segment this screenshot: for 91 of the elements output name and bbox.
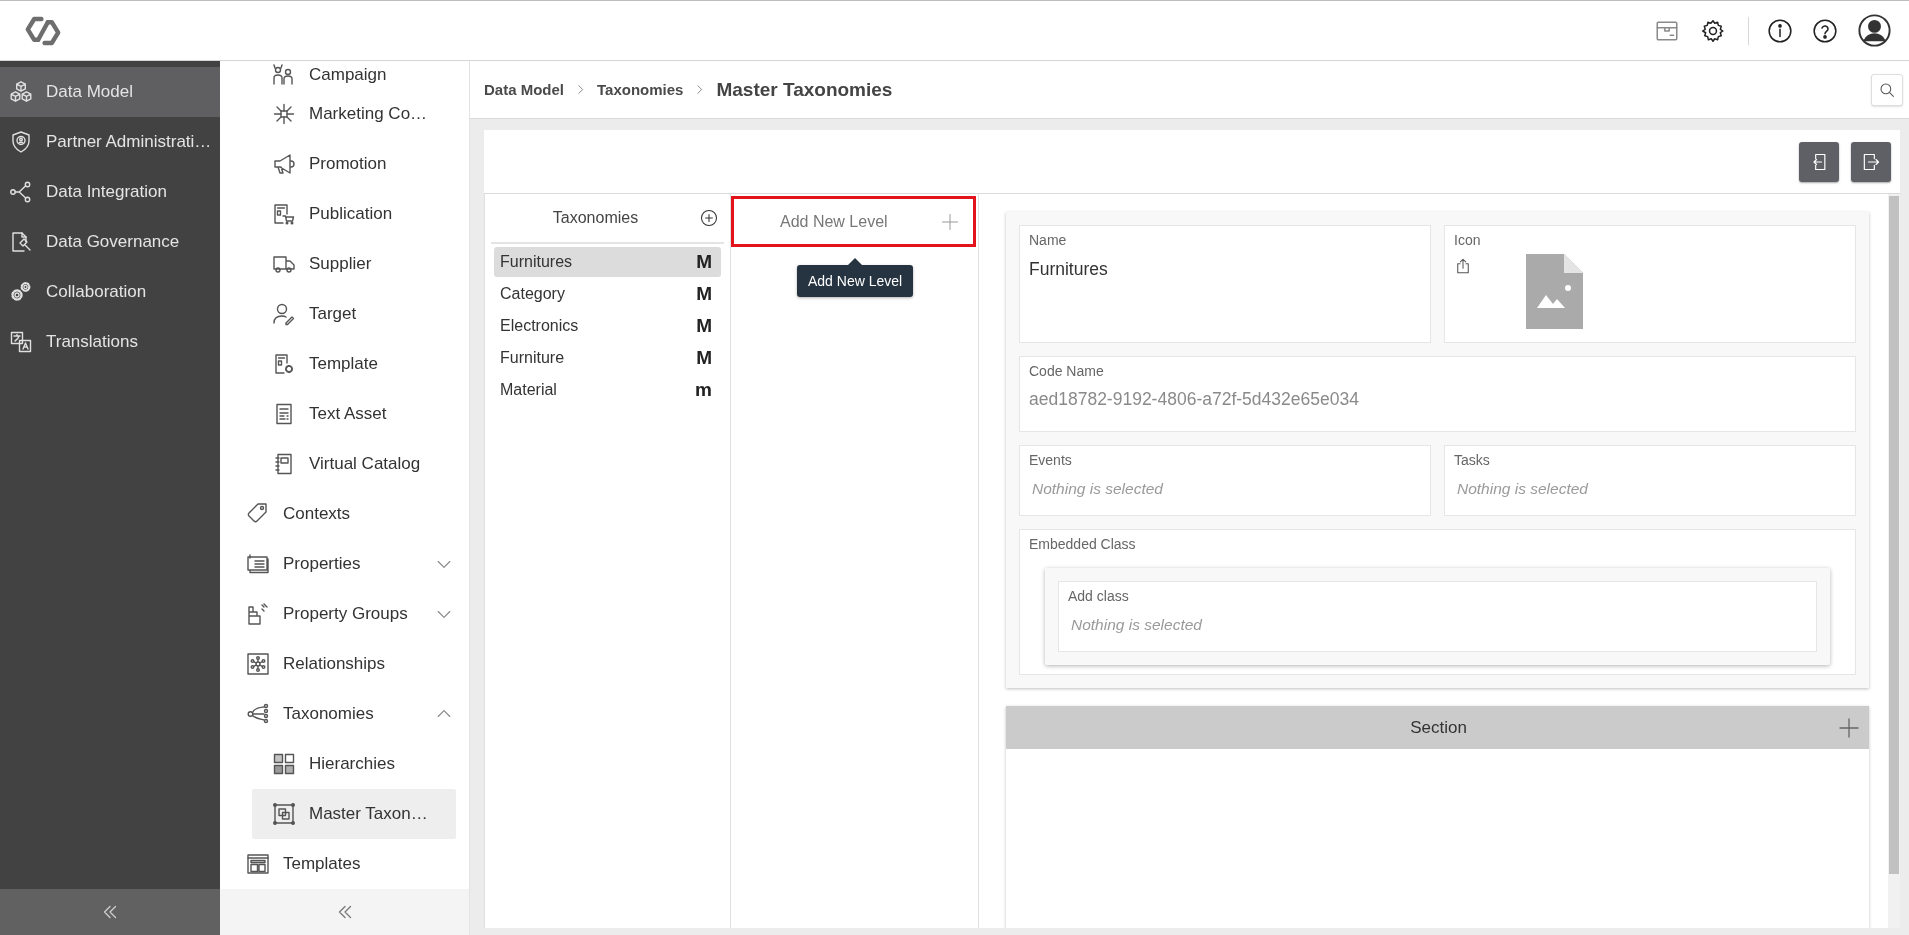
search-button[interactable] [1871, 73, 1903, 106]
nav-item[interactable]: Collaboration [0, 267, 220, 317]
select-field[interactable]: Tasks Nothing is selected [1444, 445, 1856, 516]
nav-item[interactable]: Templates [220, 839, 469, 889]
nav-item[interactable]: Campaign [252, 61, 456, 89]
type-letter: M [696, 315, 712, 337]
squares-icon [272, 802, 296, 826]
field-label: Embedded Class [1029, 536, 1137, 552]
share-nodes-icon [9, 180, 33, 204]
taxonomy-item[interactable]: Electronics M [494, 311, 721, 341]
text-input[interactable]: aed18782-9192-4806-a72f-5d432e65e034 [1029, 389, 1846, 410]
image-file-icon [1526, 254, 1583, 329]
add-level-button[interactable]: Add New Level [731, 196, 976, 247]
network-icon [246, 652, 270, 676]
code-name-field[interactable]: Code Name aed18782-9192-4806-a72f-5d432e65e034 [1019, 356, 1856, 432]
select-input[interactable]: Nothing is selected [1068, 616, 1807, 634]
nav-item[interactable]: Partner Administrati… [0, 117, 220, 167]
avatar-icon[interactable] [1858, 14, 1891, 47]
name-field[interactable]: Name Furnitures [1019, 225, 1431, 343]
plus-icon [940, 211, 960, 232]
scrollbar-track[interactable] [1888, 194, 1900, 928]
field-label: Icon [1454, 232, 1482, 248]
translate-icon [9, 330, 33, 354]
select-input[interactable]: Nothing is selected [1454, 480, 1846, 498]
taxonomy-item[interactable]: Furnitures M [494, 247, 721, 277]
type-letter: m [695, 379, 712, 401]
nav-item[interactable]: Data Model [0, 67, 220, 117]
breadcrumb-current: Master Taxonomies [716, 78, 893, 101]
breadcrumb-link[interactable]: Data Model [484, 81, 564, 98]
layout-icon [246, 852, 270, 876]
breadcrumb-link[interactable]: Taxonomies [597, 81, 684, 98]
nav-item[interactable]: Virtual Catalog [252, 439, 456, 489]
text-input[interactable]: Furnitures [1029, 259, 1421, 280]
nav-item[interactable]: Translations [0, 317, 220, 367]
shield-icon [9, 130, 33, 154]
type-letter: M [696, 283, 712, 305]
taxonomy-item[interactable]: Category M [494, 279, 721, 309]
nav-item[interactable]: Relationships [220, 639, 469, 689]
nav-item[interactable]: Properties [220, 539, 469, 589]
field-label: Events [1029, 452, 1073, 468]
nav-item[interactable]: Hierarchies [252, 739, 456, 789]
nav-item[interactable]: Master Taxon… [252, 789, 456, 839]
nav-item[interactable]: Target [252, 289, 456, 339]
document-gavel-icon [9, 230, 33, 254]
section-title: Section [1409, 717, 1468, 738]
nav-item[interactable]: Supplier [252, 239, 456, 289]
cubes-icon [9, 80, 33, 104]
type-letter: M [696, 347, 712, 369]
people-icon [272, 63, 296, 87]
nav-item[interactable]: Text Asset [252, 389, 456, 439]
megaphone-icon [272, 152, 296, 176]
taxonomy-item[interactable]: Furniture M [494, 343, 721, 373]
settings-icon[interactable] [1700, 17, 1726, 44]
card-list-icon [246, 552, 270, 576]
nav-item[interactable]: Contexts [220, 489, 469, 539]
nav-item[interactable]: Promotion [252, 139, 456, 189]
toolbar-button[interactable] [1799, 141, 1839, 182]
tooltip: Add New Level [797, 258, 914, 297]
nav-item[interactable]: Taxonomies [220, 689, 469, 739]
add-circle-icon[interactable] [700, 209, 718, 227]
grid-icon [272, 752, 296, 776]
search-icon [1878, 80, 1896, 99]
taxonomy-item[interactable]: Material m [494, 375, 721, 405]
help-icon[interactable] [1812, 17, 1838, 44]
tree-icon [246, 702, 270, 726]
box-arrow-right-icon [1861, 151, 1881, 172]
hub-icon [272, 102, 296, 126]
info-icon[interactable] [1767, 17, 1793, 44]
scrollbar-thumb[interactable] [1889, 196, 1899, 874]
nav-item[interactable]: Data Integration [0, 167, 220, 217]
field-label: Code Name [1029, 363, 1105, 379]
select-field[interactable]: Events Nothing is selected [1019, 445, 1431, 516]
field-label: Add class [1068, 588, 1130, 604]
select-input[interactable]: Nothing is selected [1029, 480, 1421, 498]
nav-item[interactable]: Template [252, 339, 456, 389]
field-label: Tasks [1454, 452, 1491, 468]
nav-item[interactable]: Marketing Co… [252, 89, 456, 139]
select-field[interactable]: Add class Nothing is selected [1058, 581, 1817, 652]
toolbar-button[interactable] [1851, 141, 1891, 182]
template-gear-icon [272, 352, 296, 376]
panel-title: Taxonomies [551, 209, 640, 227]
nav-item[interactable]: Publication [252, 189, 456, 239]
cart-document-icon [272, 202, 296, 226]
boxes-icon [246, 602, 270, 626]
gears-icon [9, 280, 33, 304]
nav-item[interactable]: Property Groups [220, 589, 469, 639]
upload-icon[interactable] [1454, 256, 1472, 276]
field-label: Name [1029, 232, 1068, 248]
nav-item[interactable]: Data Governance [0, 217, 220, 267]
type-letter: M [696, 251, 712, 273]
user-pen-icon [272, 302, 296, 326]
